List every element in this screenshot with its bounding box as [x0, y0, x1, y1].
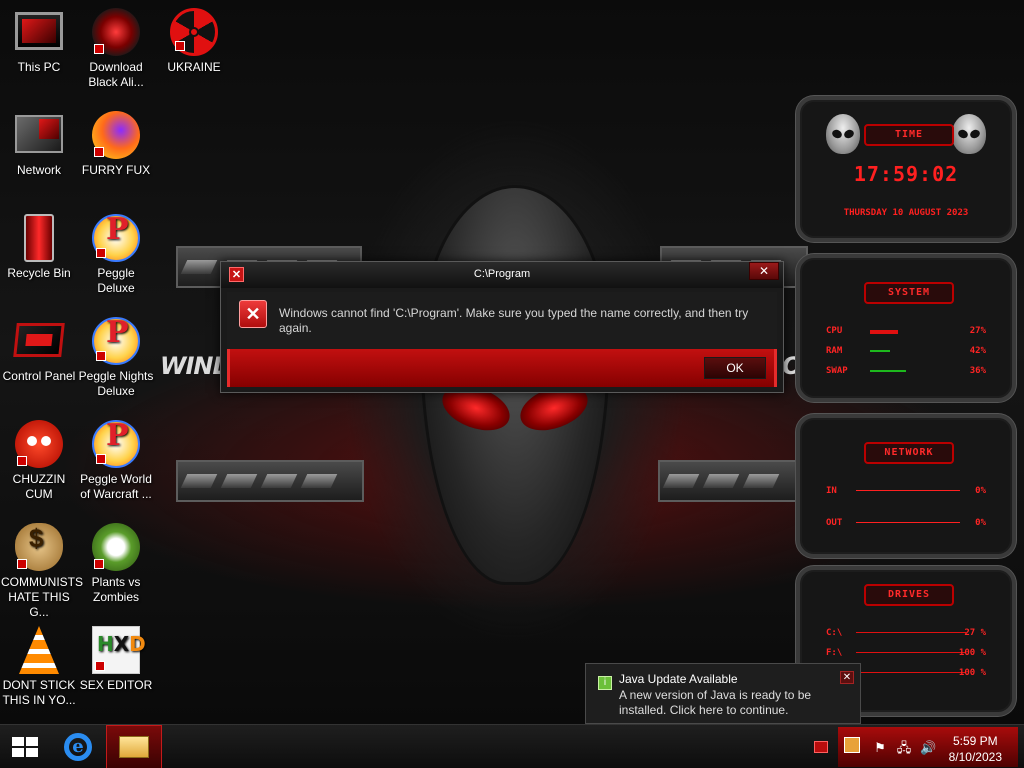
- gadget-drive-f-row: F:\ 100 %: [826, 648, 986, 658]
- network-icon: [15, 115, 63, 153]
- money-bag-icon: $: [15, 523, 63, 571]
- dialog-title: C:\Program: [473, 268, 531, 280]
- clock-date: 8/10/2023: [948, 750, 1002, 764]
- start-icon: [12, 737, 38, 757]
- shortcut-arrow-icon: [94, 44, 104, 54]
- toast-body[interactable]: A new version of Java is ready to be ins…: [619, 688, 859, 718]
- desktop-icon-ukraine[interactable]: UKRAINE: [156, 8, 232, 75]
- desktop-icon-sex-editor[interactable]: HXD SEX EDITOR: [78, 626, 154, 693]
- alien-disc-icon: [92, 8, 140, 56]
- wallpaper-panel-bottom-left: [176, 460, 364, 502]
- firefox-icon: [92, 111, 140, 159]
- desktop-icon-control-panel[interactable]: Control Panel: [1, 317, 77, 384]
- desktop-icon-peggle-deluxe[interactable]: P Peggle Deluxe: [78, 214, 154, 296]
- action-center-flag-icon[interactable]: ⚑: [872, 741, 888, 755]
- java-tray-icon[interactable]: [844, 737, 860, 753]
- ram-bar: [870, 350, 890, 352]
- taskbar-clock[interactable]: 5:59 PM 8/10/2023: [949, 733, 1002, 765]
- dialog-content: ✕ Windows cannot find 'C:\Program'. Make…: [227, 292, 777, 350]
- desktop-icon-recycle-bin[interactable]: Recycle Bin: [1, 214, 77, 281]
- gadget-date: THURSDAY 10 AUGUST 2023: [843, 208, 969, 218]
- swap-bar: [870, 370, 906, 372]
- gadget-drives-heading: DRIVES: [864, 584, 954, 606]
- desktop-icon-chuzzin-cum[interactable]: CHUZZIN CUM: [1, 420, 77, 502]
- desktop-icon-this-pc[interactable]: This PC: [1, 8, 77, 75]
- gadget-system-panel[interactable]: SYSTEM CPU 27% RAM 42% SWAP 36%: [796, 254, 1016, 402]
- shortcut-arrow-icon: [96, 248, 106, 258]
- gadget-ram-row: RAM 42%: [826, 346, 986, 356]
- desktop-icon-furry-fux[interactable]: FURRY FUX: [78, 111, 154, 178]
- recycle-bin-icon: [24, 214, 54, 262]
- toast-close-button[interactable]: ✕: [840, 671, 854, 684]
- dialog-titlebar[interactable]: ✕ C:\Program ✕: [221, 262, 783, 288]
- tray-notification-icon[interactable]: [814, 741, 828, 753]
- shortcut-arrow-icon: [94, 147, 104, 157]
- radiation-icon: [170, 8, 218, 56]
- dialog-close-button[interactable]: ✕: [749, 262, 779, 280]
- clock-time: 5:59 PM: [952, 734, 998, 748]
- system-tray: ⚑ 🖧 🔊 5:59 PM 8/10/2023: [838, 727, 1018, 767]
- start-button[interactable]: [0, 725, 52, 768]
- wallpaper-panel-bottom-right: [658, 460, 808, 502]
- peggle-icon: P: [92, 317, 140, 365]
- shortcut-arrow-icon: [17, 559, 27, 569]
- shortcut-arrow-icon: [96, 454, 106, 464]
- shortcut-arrow-icon: [17, 456, 27, 466]
- gadget-clock: 17:59:02: [853, 162, 959, 186]
- java-update-icon: i: [598, 676, 612, 690]
- file-explorer-icon: [119, 736, 149, 758]
- peggle-icon: P: [92, 420, 140, 468]
- java-update-notification[interactable]: i Java Update Available A new version of…: [585, 663, 861, 724]
- plants-icon: [92, 523, 140, 571]
- dialog-button-bar: OK: [227, 349, 777, 387]
- chuzzle-icon: [15, 420, 63, 468]
- gadget-cpu-row: CPU 27%: [826, 326, 986, 336]
- desktop-icon-communists-hate-this[interactable]: $ COMMUNISTS HATE THIS G...: [1, 523, 83, 620]
- peggle-icon: P: [92, 214, 140, 262]
- alien-logo-icon: [952, 114, 986, 154]
- gadget-system-heading: SYSTEM: [864, 282, 954, 304]
- desktop-icon-plants-vs-zombies[interactable]: Plants vs Zombies: [78, 523, 154, 605]
- desktop-icon-network[interactable]: Network: [1, 111, 77, 178]
- network-tray-icon[interactable]: 🖧: [896, 741, 912, 755]
- alien-logo-icon: [826, 114, 860, 154]
- error-dialog[interactable]: ✕ C:\Program ✕ ✕ Windows cannot find 'C:…: [220, 261, 784, 393]
- dialog-message: Windows cannot find 'C:\Program'. Make s…: [279, 306, 749, 335]
- error-icon: ✕: [239, 300, 267, 328]
- gadget-network-panel[interactable]: NETWORK IN 0% OUT 0%: [796, 414, 1016, 558]
- desktop-icon-peggle-nights-deluxe[interactable]: P Peggle Nights Deluxe: [78, 317, 154, 399]
- toast-title: Java Update Available: [619, 672, 738, 686]
- gadget-drive-c-row: C:\ 27 %: [826, 628, 986, 638]
- gadget-network-heading: NETWORK: [864, 442, 954, 464]
- ok-button[interactable]: OK: [704, 357, 766, 379]
- gadget-out-row: OUT 0%: [826, 518, 986, 528]
- control-panel-icon: [13, 323, 65, 357]
- vlc-cone-icon: [19, 626, 59, 674]
- cpu-bar: [870, 330, 898, 334]
- desktop-icon-dont-stick-this[interactable]: DONT STICK THIS IN YO...: [1, 626, 77, 708]
- taskbar: e ⚑ 🖧 🔊 5:59 PM 8/10/2023: [0, 724, 1024, 768]
- taskbar-internet-explorer[interactable]: e: [52, 725, 104, 768]
- hxd-icon: HXD: [92, 626, 146, 674]
- gadget-swap-row: SWAP 36%: [826, 366, 986, 376]
- shortcut-arrow-icon: [175, 41, 185, 51]
- desktop-icon-download-black-alien[interactable]: Download Black Ali...: [78, 8, 154, 90]
- taskbar-file-explorer[interactable]: [106, 725, 162, 768]
- gadget-time-heading: TIME: [864, 124, 954, 146]
- gadget-in-row: IN 0%: [826, 486, 986, 496]
- desktop-icon-peggle-world-of-warcraft[interactable]: P Peggle World of Warcraft ...: [78, 420, 154, 502]
- shortcut-arrow-icon: [95, 661, 105, 671]
- computer-icon: [15, 12, 63, 50]
- gadget-time-panel[interactable]: TIME 17:59:02 THURSDAY 10 AUGUST 2023: [796, 96, 1016, 242]
- internet-explorer-icon: e: [64, 733, 92, 761]
- shortcut-arrow-icon: [94, 559, 104, 569]
- volume-icon[interactable]: 🔊: [920, 741, 936, 755]
- shortcut-arrow-icon: [96, 351, 106, 361]
